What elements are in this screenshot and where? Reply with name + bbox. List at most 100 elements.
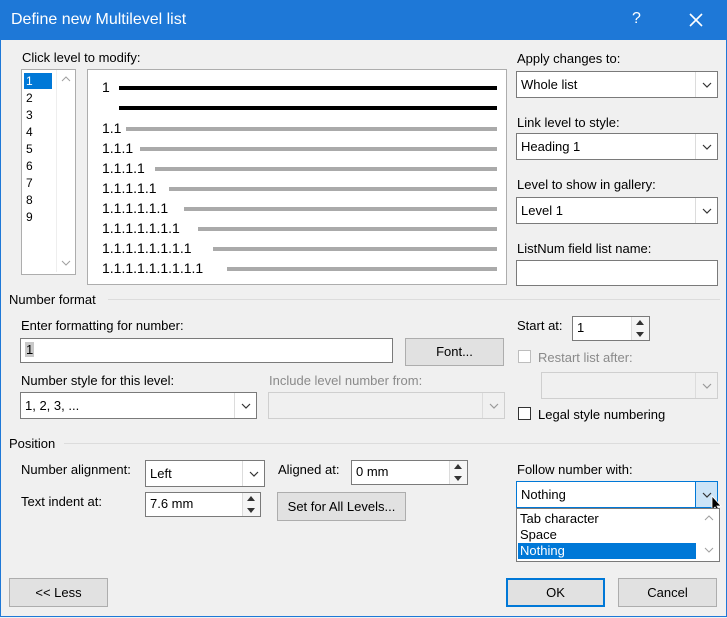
format-label: Enter formatting for number: xyxy=(21,318,184,333)
follow-option-tab-character[interactable]: Tab character xyxy=(518,511,696,527)
chevron-down-icon xyxy=(249,471,259,477)
chevron-down-icon xyxy=(704,547,714,553)
preview-pane: 1 1.1 1.1.1 1.1.1.1 1.1.1.1.1 1.1.1.1.1.… xyxy=(87,69,507,285)
format-input[interactable]: 1 xyxy=(20,338,393,363)
triangle-up-icon xyxy=(247,496,255,501)
triangle-down-icon xyxy=(636,331,644,337)
start-at-down-button[interactable] xyxy=(631,328,649,340)
level-item-2[interactable]: 2 xyxy=(26,91,33,105)
number-style-label: Number style for this level: xyxy=(21,373,175,388)
gallery-dropdown-button[interactable] xyxy=(695,198,717,223)
apply-value: Whole list xyxy=(521,77,578,92)
aligned-at-input[interactable]: 0 mm xyxy=(351,460,468,485)
preview-line-5 xyxy=(169,187,497,191)
text-indent-input[interactable]: 7.6 mm xyxy=(145,492,261,517)
preview-line-2 xyxy=(126,127,497,131)
number-alignment-combo[interactable]: Left xyxy=(145,460,265,487)
level-scrollbar[interactable] xyxy=(56,70,75,272)
level-item-5[interactable]: 5 xyxy=(26,142,33,156)
chevron-down-icon xyxy=(702,208,712,214)
follow-number-combo[interactable]: Nothing xyxy=(516,481,718,508)
preview-number-6: 1.1.1.1.1.1 xyxy=(102,200,169,216)
close-icon xyxy=(689,13,703,27)
level-item-4[interactable]: 4 xyxy=(26,125,33,139)
level-item-1[interactable]: 1 xyxy=(26,74,33,88)
chevron-down-icon xyxy=(489,403,499,409)
start-at-value: 1 xyxy=(577,320,585,335)
preview-line-8 xyxy=(213,247,497,251)
ok-button[interactable]: OK xyxy=(506,578,605,607)
include-level-label: Include level number from: xyxy=(269,373,423,388)
follow-option-nothing[interactable]: Nothing xyxy=(518,543,696,559)
triangle-up-icon xyxy=(636,320,644,325)
format-value: 1 xyxy=(25,342,35,357)
link-style-dropdown-button[interactable] xyxy=(695,134,717,159)
start-at-input[interactable]: 1 xyxy=(572,316,650,341)
close-button[interactable] xyxy=(684,8,708,32)
level-item-8[interactable]: 8 xyxy=(26,193,33,207)
restart-list-combo[interactable] xyxy=(541,372,718,399)
restart-list-label: Restart list after: xyxy=(538,350,633,365)
chevron-down-icon xyxy=(702,383,712,389)
window-title: Define new Multilevel list xyxy=(11,11,187,28)
number-style-value: 1, 2, 3, ... xyxy=(25,398,80,413)
preview-number-1: 1 xyxy=(102,79,110,95)
chevron-down-icon xyxy=(702,144,712,150)
preview-line-7 xyxy=(198,227,497,231)
number-alignment-value: Left xyxy=(150,466,172,481)
level-item-6[interactable]: 6 xyxy=(26,159,33,173)
less-button[interactable]: << Less xyxy=(9,578,108,607)
chevron-down-icon xyxy=(702,82,712,88)
restart-list-dropdown-button[interactable] xyxy=(695,373,717,398)
font-button[interactable]: Font... xyxy=(405,338,504,366)
text-indent-down-button[interactable] xyxy=(242,504,260,516)
apply-combo[interactable]: Whole list xyxy=(516,71,718,98)
start-at-up-button[interactable] xyxy=(631,317,649,329)
gallery-value: Level 1 xyxy=(521,203,563,218)
aligned-at-label: Aligned at: xyxy=(278,462,340,477)
preview-line-4 xyxy=(155,167,497,171)
preview-number-5: 1.1.1.1.1 xyxy=(102,180,157,196)
level-item-9[interactable]: 9 xyxy=(26,210,33,224)
listnum-input[interactable] xyxy=(516,260,718,286)
number-format-separator xyxy=(108,299,720,300)
level-item-3[interactable]: 3 xyxy=(26,108,33,122)
number-style-combo[interactable]: 1, 2, 3, ... xyxy=(20,392,257,419)
text-indent-value: 7.6 mm xyxy=(150,496,194,511)
level-listbox[interactable]: 1 2 3 4 5 6 7 8 9 xyxy=(21,69,76,275)
link-style-label: Link level to style: xyxy=(517,115,620,130)
listnum-label: ListNum field list name: xyxy=(517,241,652,256)
preview-number-9: 1.1.1.1.1.1.1.1.1 xyxy=(102,260,204,276)
dropdown-scrollbar[interactable] xyxy=(699,509,719,559)
gallery-combo[interactable]: Level 1 xyxy=(516,197,718,224)
cancel-button[interactable]: Cancel xyxy=(618,578,717,607)
apply-label: Apply changes to: xyxy=(517,51,621,66)
preview-line-3 xyxy=(140,147,497,151)
aligned-at-up-button[interactable] xyxy=(449,461,467,473)
aligned-at-down-button[interactable] xyxy=(449,472,467,484)
follow-option-space[interactable]: Space xyxy=(518,527,696,543)
chevron-up-icon xyxy=(61,76,71,82)
number-alignment-dropdown-button[interactable] xyxy=(242,461,264,486)
legal-style-checkbox[interactable] xyxy=(518,407,531,420)
link-style-combo[interactable]: Heading 1 xyxy=(516,133,718,160)
restart-list-checkbox[interactable] xyxy=(518,350,531,363)
follow-number-value: Nothing xyxy=(521,487,566,502)
preview-line-1 xyxy=(119,86,497,90)
preview-number-4: 1.1.1.1 xyxy=(102,160,145,176)
preview-number-2: 1.1 xyxy=(102,120,122,136)
number-style-dropdown-button[interactable] xyxy=(234,393,256,418)
include-level-dropdown-button[interactable] xyxy=(482,393,504,418)
preview-number-8: 1.1.1.1.1.1.1.1 xyxy=(102,240,192,256)
triangle-down-icon xyxy=(454,475,462,481)
include-level-combo[interactable] xyxy=(268,392,505,419)
set-for-all-levels-button[interactable]: Set for All Levels... xyxy=(277,492,406,521)
preview-line-1b xyxy=(119,106,497,110)
apply-dropdown-button[interactable] xyxy=(695,72,717,97)
level-item-7[interactable]: 7 xyxy=(26,176,33,190)
follow-number-dropdown-list: Tab character Space Nothing xyxy=(516,508,720,562)
link-style-value: Heading 1 xyxy=(521,139,581,154)
preview-line-6 xyxy=(184,207,497,211)
help-button[interactable]: ? xyxy=(632,10,641,28)
text-indent-up-button[interactable] xyxy=(242,493,260,505)
